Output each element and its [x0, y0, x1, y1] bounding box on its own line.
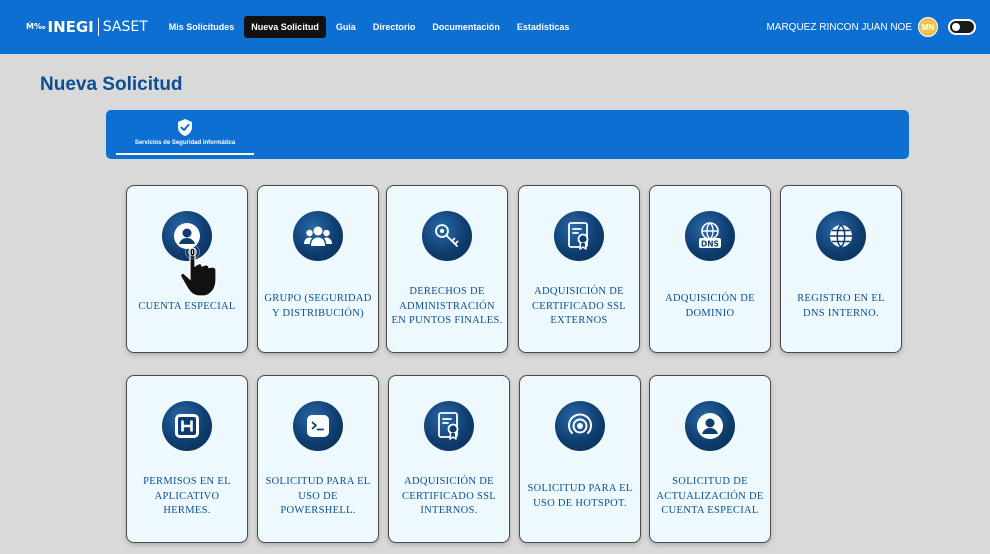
- user-name[interactable]: MARQUEZ RINCON JUAN NOE: [766, 22, 912, 33]
- category-bar: Servicios de Seguridad informática: [106, 110, 909, 159]
- nav-directorio[interactable]: Directorio: [366, 16, 423, 38]
- users-group-icon: [293, 211, 343, 261]
- category-tab-seguridad[interactable]: Servicios de Seguridad informática: [116, 118, 254, 155]
- card-label: ADQUISICIÓN DE CERTIFICADO SSL INTERNOS.: [401, 475, 496, 517]
- card-certificado-ssl-externos[interactable]: ADQUISICIÓN DE CERTIFICADO SSL EXTERNOS: [518, 185, 640, 353]
- card-label: ADQUISICIÓN DE DOMINIO: [665, 293, 755, 319]
- user-area: MARQUEZ RINCON JUAN NOE MN: [766, 0, 976, 54]
- card-label: REGISTRO EN EL DNS INTERNO.: [797, 293, 885, 319]
- card-label: GRUPO (SEGURIDAD Y DISTRIBUCIÓN): [264, 293, 372, 319]
- card-derechos-administracion[interactable]: DERECHOS DE ADMINISTRACIÓN EN PUNTOS FIN…: [386, 185, 508, 353]
- brand-name: INEGI: [47, 18, 94, 36]
- main-nav: Mis Solicitudes Nueva Solicitud Guía Dir…: [162, 16, 580, 38]
- top-navbar: Ṁ‰ INEGI SASET Mis Solicitudes Nueva Sol…: [0, 0, 990, 54]
- nav-nueva-solicitud[interactable]: Nueva Solicitud: [244, 16, 326, 38]
- category-label: Servicios de Seguridad informática: [134, 140, 236, 146]
- hand-pointer-cursor-icon: [180, 246, 217, 297]
- theme-toggle[interactable]: [948, 19, 976, 35]
- nav-documentacion[interactable]: Documentación: [425, 16, 507, 38]
- avatar[interactable]: MN: [918, 17, 938, 37]
- dns-icon: DNS: [685, 211, 735, 261]
- card-adquisicion-dominio[interactable]: DNS ADQUISICIÓN DE DOMINIO: [649, 185, 771, 353]
- brand-divider: [97, 18, 99, 36]
- card-label: SOLICITUD DE ACTUALIZACIÓN DE CUENTA ESP…: [656, 475, 764, 517]
- app-name: SASET: [102, 19, 148, 35]
- toggle-knob: [952, 23, 960, 31]
- card-certificado-ssl-internos[interactable]: ADQUISICIÓN DE CERTIFICADO SSL INTERNOS.: [388, 375, 510, 543]
- card-label: PERMISOS EN EL APLICATIVO HERMES.: [143, 475, 231, 517]
- globe-icon: [816, 211, 866, 261]
- brand-logo[interactable]: Ṁ‰ INEGI SASET: [26, 18, 148, 36]
- nav-guia[interactable]: Guía: [329, 16, 363, 38]
- card-label: ADQUISICIÓN DE CERTIFICADO SSL EXTERNOS: [531, 285, 626, 327]
- card-label: DERECHOS DE ADMINISTRACIÓN EN PUNTOS FIN…: [391, 285, 503, 327]
- certificate-icon: [554, 211, 604, 261]
- card-registro-dns-interno[interactable]: REGISTRO EN EL DNS INTERNO.: [780, 185, 902, 353]
- card-powershell[interactable]: SOLICITUD PARA EL USO DE POWERSHELL.: [257, 375, 379, 543]
- nav-mis-solicitudes[interactable]: Mis Solicitudes: [162, 16, 242, 38]
- certificate-icon: [424, 401, 474, 451]
- card-grupo[interactable]: GRUPO (SEGURIDAD Y DISTRIBUCIÓN): [257, 185, 379, 353]
- card-label: SOLICITUD PARA EL USO DE HOTSPOT.: [527, 483, 633, 509]
- hermes-h-icon: [162, 401, 212, 451]
- shield-check-icon: [178, 119, 192, 136]
- nav-estadisticas[interactable]: Estadísticas: [510, 16, 577, 38]
- user-circle-icon: [685, 401, 735, 451]
- page-title: Nueva Solicitud: [40, 74, 183, 95]
- key-icon: [422, 211, 472, 261]
- hotspot-icon: [555, 401, 605, 451]
- svg-text:DNS: DNS: [701, 240, 719, 249]
- terminal-icon: [293, 401, 343, 451]
- card-hotspot[interactable]: SOLICITUD PARA EL USO DE HOTSPOT.: [519, 375, 641, 543]
- card-label: SOLICITUD PARA EL USO DE POWERSHELL.: [265, 475, 371, 517]
- inegi-logo-icon: Ṁ‰: [26, 22, 46, 31]
- card-permisos-hermes[interactable]: PERMISOS EN EL APLICATIVO HERMES.: [126, 375, 248, 543]
- card-actualizacion-cuenta-especial[interactable]: SOLICITUD DE ACTUALIZACIÓN DE CUENTA ESP…: [649, 375, 771, 543]
